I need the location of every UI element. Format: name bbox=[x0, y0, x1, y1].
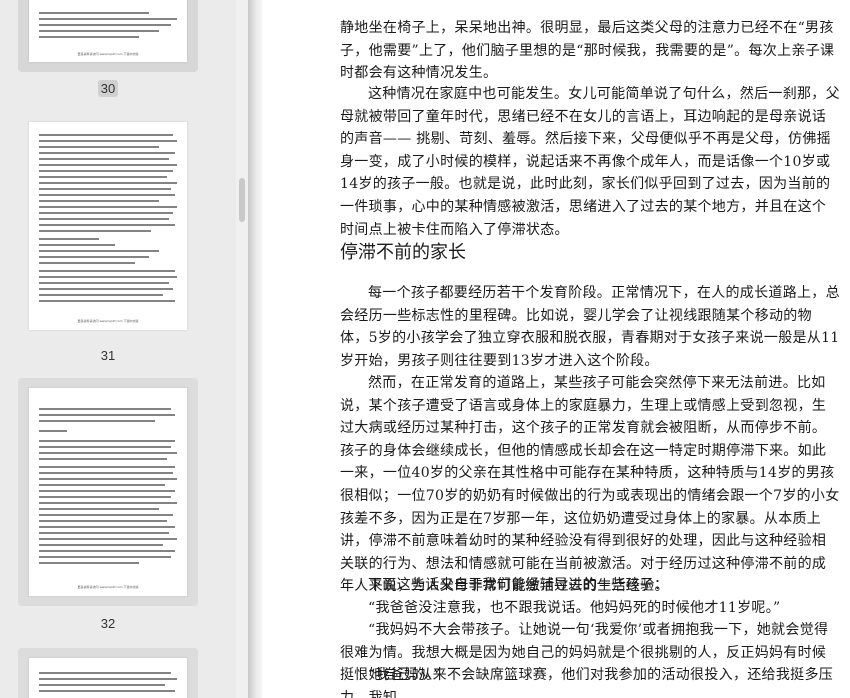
page-number-31: 31 bbox=[100, 348, 116, 363]
sidebar-scrollbar[interactable] bbox=[236, 0, 248, 698]
paragraph: 然而，在正常发育的道路上，某些孩子可能会突然停下来无法前进。比如说，某个孩子遭受… bbox=[340, 375, 840, 595]
section-heading: 停滞不前的家长 bbox=[340, 242, 466, 263]
scrollbar-thumb[interactable] bbox=[239, 178, 245, 222]
thumbnail-footer: 更多资料请访问 www.topdf.com 下载中文版 bbox=[77, 585, 139, 589]
thumbnail-footer: 更多资料请访问 www.topdf.com 下载中文版 bbox=[77, 319, 139, 323]
page-number-30: 30 bbox=[97, 80, 119, 97]
quote: “我爸妈从来不会缺席篮球赛，他们对我参加的活动很投入，还给我挺多压力。我知 bbox=[340, 667, 834, 698]
paragraph: 下面这些话来自于我们曾经辅导过的一些孩子： bbox=[368, 577, 669, 593]
thumbnail-image bbox=[29, 658, 187, 698]
page-number-32: 32 bbox=[100, 616, 116, 631]
thumbnail-sidebar: 更多资料请访问 www.topdf.com 下载中文版 30 更多资料请访问 w… bbox=[0, 0, 236, 698]
thumbnail-page-31[interactable]: 更多资料请访问 www.topdf.com 下载中文版 bbox=[18, 112, 198, 336]
thumbnail-image: 更多资料请访问 www.topdf.com 下载中文版 bbox=[29, 388, 187, 596]
thumbnail-page-30[interactable]: 更多资料请访问 www.topdf.com 下载中文版 bbox=[18, 0, 198, 72]
document-page: 静地坐在椅子上，呆呆地出神。很明显，最后这类父母的注意力已经不在“男孩子，他需要… bbox=[262, 0, 850, 698]
paragraph: 静地坐在椅子上，呆呆地出神。很明显，最后这类父母的注意力已经不在“男孩子，他需要… bbox=[340, 20, 835, 82]
quote: “我爸爸没注意我，也不跟我说话。他妈妈死的时候他才11岁呢。” bbox=[368, 600, 781, 616]
thumbnail-footer: 更多资料请访问 www.topdf.com 下载中文版 bbox=[77, 52, 139, 56]
paragraph: 每一个孩子都要经历若干个发育阶段。正常情况下，在人的成长道路上，总会经历一些标志… bbox=[340, 285, 840, 369]
thumbnail-image: 更多资料请访问 www.topdf.com 下载中文版 bbox=[29, 0, 187, 62]
thumbnail-page-33[interactable] bbox=[18, 648, 198, 698]
paragraph: 这种情况在家庭中也可能发生。女儿可能简单说了句什么，然后一刹那，父母就被带回了童… bbox=[340, 86, 840, 238]
thumbnail-image: 更多资料请访问 www.topdf.com 下载中文版 bbox=[29, 122, 187, 330]
thumbnail-page-32[interactable]: 更多资料请访问 www.topdf.com 下载中文版 bbox=[18, 378, 198, 606]
